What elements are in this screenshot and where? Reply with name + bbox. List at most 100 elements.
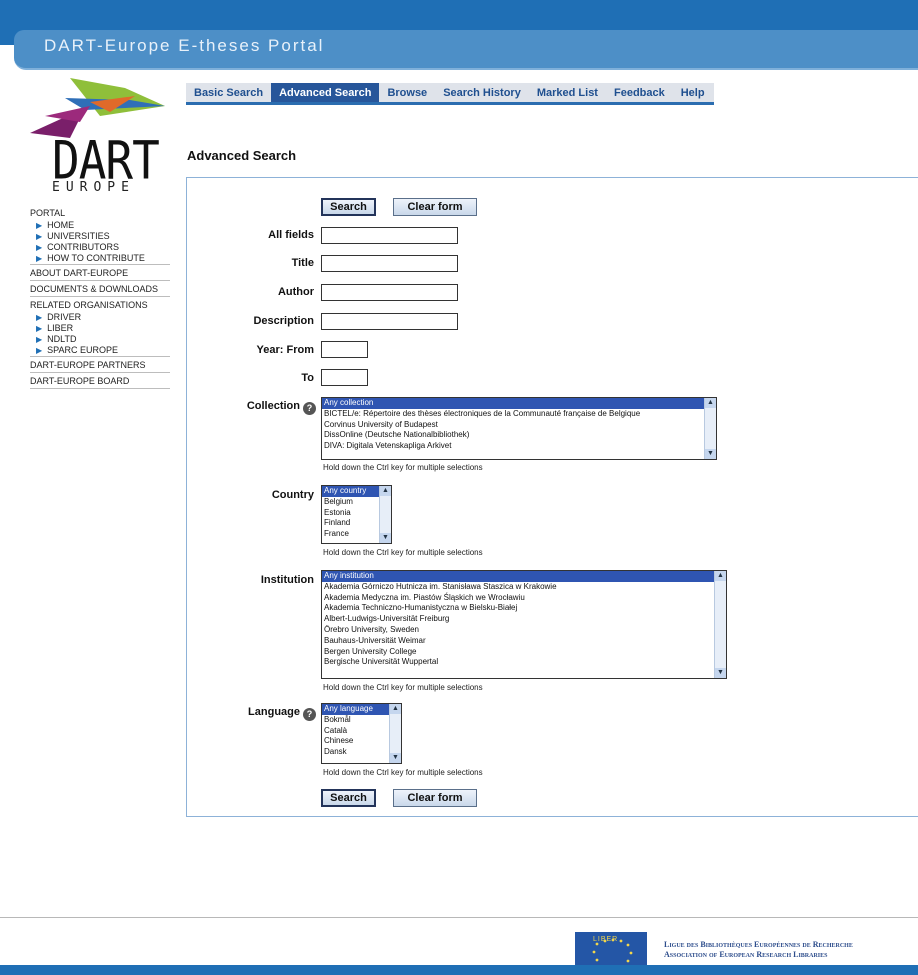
- dart-europe-logo[interactable]: DART EUROPE: [30, 78, 170, 195]
- arrow-right-icon: ▶: [36, 254, 43, 263]
- tab-search-history[interactable]: Search History: [435, 83, 529, 102]
- footer-divider: [0, 917, 918, 918]
- institution-select[interactable]: Any institution Akademia Górniczo Hutnic…: [321, 570, 727, 679]
- sidebar-related-heading[interactable]: RELATED ORGANISATIONS: [30, 297, 170, 312]
- scroll-up-icon[interactable]: ▲: [380, 486, 391, 496]
- sidebar-item-ndltd[interactable]: ▶ NDLTD: [30, 334, 170, 345]
- collection-option[interactable]: Corvinus University of Budapest: [322, 420, 716, 431]
- language-hint: Hold down the Ctrl key for multiple sele…: [323, 768, 483, 777]
- tab-help[interactable]: Help: [673, 83, 713, 102]
- arrow-right-icon: ▶: [36, 346, 43, 355]
- scroll-down-icon[interactable]: ▼: [390, 753, 401, 763]
- collection-label: Collection?: [212, 400, 316, 415]
- sidebar-item-contributors[interactable]: ▶ CONTRIBUTORS: [30, 242, 170, 253]
- collection-hint: Hold down the Ctrl key for multiple sele…: [323, 463, 483, 472]
- language-select[interactable]: Any language Bokmål Català Chinese Dansk…: [321, 703, 402, 764]
- collection-option[interactable]: DissOnline (Deutsche Nationalbibliothek): [322, 430, 716, 441]
- sidebar-item-driver[interactable]: ▶ DRIVER: [30, 312, 170, 323]
- institution-scrollbar[interactable]: ▲ ▼: [714, 571, 726, 678]
- tab-marked-list[interactable]: Marked List: [529, 83, 606, 102]
- year-from-label: Year: From: [256, 344, 314, 356]
- language-label: Language?: [212, 706, 316, 721]
- year-to-label: To: [301, 372, 314, 384]
- year-to-input[interactable]: [321, 369, 368, 386]
- country-select[interactable]: Any country Belgium Estonia Finland Fran…: [321, 485, 392, 544]
- sidebar-item-sparc-europe[interactable]: ▶ SPARC EUROPE: [30, 345, 170, 357]
- clear-form-button-top[interactable]: Clear form: [393, 198, 477, 216]
- collection-label-text: Collection: [246, 400, 300, 412]
- collection-option[interactable]: BICTEL/e: Répertoire des thèses électron…: [322, 409, 716, 420]
- liber-footer-text: Ligue des Bibliothèques Européennes de R…: [664, 940, 853, 960]
- institution-option[interactable]: Örebro University, Sweden: [322, 625, 726, 636]
- arrow-right-icon: ▶: [36, 335, 43, 344]
- footer-bar: [0, 965, 918, 975]
- arrow-right-icon: ▶: [36, 324, 43, 333]
- all-fields-input[interactable]: [321, 227, 458, 244]
- search-button-top[interactable]: Search: [321, 198, 376, 216]
- sidebar-item-universities[interactable]: ▶ UNIVERSITIES: [30, 231, 170, 242]
- search-button-bottom[interactable]: Search: [321, 789, 376, 807]
- institution-hint: Hold down the Ctrl key for multiple sele…: [323, 683, 483, 692]
- sidebar-item-label: HOME: [47, 220, 75, 230]
- tab-basic-search[interactable]: Basic Search: [186, 83, 271, 102]
- author-label: Author: [277, 286, 314, 298]
- sidebar-item-label: HOW TO CONTRIBUTE: [47, 253, 145, 263]
- clear-form-button-bottom[interactable]: Clear form: [393, 789, 477, 807]
- sidebar-nav: PORTAL ▶ HOME ▶ UNIVERSITIES ▶ CONTRIBUTORS…: [30, 205, 170, 389]
- sidebar-portal-heading[interactable]: PORTAL: [30, 205, 170, 220]
- collection-option[interactable]: Any collection: [322, 398, 716, 409]
- sidebar-item-board[interactable]: DART-EUROPE BOARD: [30, 373, 170, 389]
- liber-flag-text: LIBER: [593, 936, 619, 943]
- scroll-up-icon[interactable]: ▲: [705, 398, 716, 408]
- institution-option[interactable]: Albert-Ludwigs-Universität Freiburg: [322, 614, 726, 625]
- tab-browse[interactable]: Browse: [379, 83, 435, 102]
- collection-select[interactable]: Any collection BICTEL/e: Répertoire des …: [321, 397, 717, 460]
- sidebar-item-label: LIBER: [47, 323, 74, 333]
- help-icon[interactable]: ?: [303, 402, 316, 415]
- tab-feedback[interactable]: Feedback: [606, 83, 673, 102]
- sidebar-item-label: NDLTD: [47, 334, 77, 344]
- title-label: Title: [291, 257, 314, 269]
- language-scrollbar[interactable]: ▲ ▼: [389, 704, 401, 763]
- scroll-down-icon[interactable]: ▼: [705, 449, 716, 459]
- institution-option[interactable]: Bauhaus-Universität Weimar: [322, 636, 726, 647]
- description-input[interactable]: [321, 313, 458, 330]
- description-label: Description: [253, 315, 314, 327]
- sidebar-item-liber[interactable]: ▶ LIBER: [30, 323, 170, 334]
- collection-option[interactable]: DIVA: Digitala Vetenskapliga Arkivet: [322, 441, 716, 452]
- institution-option[interactable]: Akademia Górniczo Hutnicza im. Stanisław…: [322, 582, 726, 593]
- institution-option[interactable]: Akademia Techniczno-Humanistyczna w Biel…: [322, 603, 726, 614]
- institution-option[interactable]: Akademia Medyczna im. Piastów Śląskich w…: [322, 593, 726, 604]
- sidebar-item-documents[interactable]: DOCUMENTS & DOWNLOADS: [30, 281, 170, 297]
- page-title: Advanced Search: [187, 148, 297, 163]
- title-input[interactable]: [321, 255, 458, 272]
- year-from-input[interactable]: [321, 341, 368, 358]
- scroll-up-icon[interactable]: ▲: [715, 571, 726, 581]
- sidebar-item-label: CONTRIBUTORS: [47, 242, 119, 252]
- scroll-down-icon[interactable]: ▼: [380, 533, 391, 543]
- scroll-down-icon[interactable]: ▼: [715, 668, 726, 678]
- sidebar-item-about[interactable]: ABOUT DART-EUROPE: [30, 265, 170, 281]
- arrow-right-icon: ▶: [36, 232, 43, 241]
- liber-footer-line2: Association of European Research Librari…: [664, 950, 828, 959]
- portal-title-bar: DART-Europe E-theses Portal: [14, 30, 918, 70]
- sidebar-item-partners[interactable]: DART-EUROPE PARTNERS: [30, 357, 170, 373]
- liber-footer-line1: Ligue des Bibliothèques Européennes de R…: [664, 940, 853, 949]
- scroll-up-icon[interactable]: ▲: [390, 704, 401, 714]
- main-tabs: Basic Search Advanced Search Browse Sear…: [186, 83, 714, 105]
- arrow-right-icon: ▶: [36, 221, 43, 230]
- sidebar-item-home[interactable]: ▶ HOME: [30, 220, 170, 231]
- author-input[interactable]: [321, 284, 458, 301]
- sidebar-item-label: SPARC EUROPE: [47, 345, 119, 355]
- sidebar-item-how-to-contribute[interactable]: ▶ HOW TO CONTRIBUTE: [30, 253, 170, 265]
- country-scrollbar[interactable]: ▲ ▼: [379, 486, 391, 543]
- institution-option[interactable]: Bergische Universität Wuppertal: [322, 657, 726, 668]
- institution-option[interactable]: Bergen University College: [322, 647, 726, 658]
- help-icon[interactable]: ?: [303, 708, 316, 721]
- tab-advanced-search[interactable]: Advanced Search: [271, 83, 380, 102]
- collection-scrollbar[interactable]: ▲ ▼: [704, 398, 716, 459]
- institution-option[interactable]: Any institution: [322, 571, 726, 582]
- country-hint: Hold down the Ctrl key for multiple sele…: [323, 548, 483, 557]
- sidebar-item-label: DRIVER: [47, 312, 82, 322]
- arrow-right-icon: ▶: [36, 313, 43, 322]
